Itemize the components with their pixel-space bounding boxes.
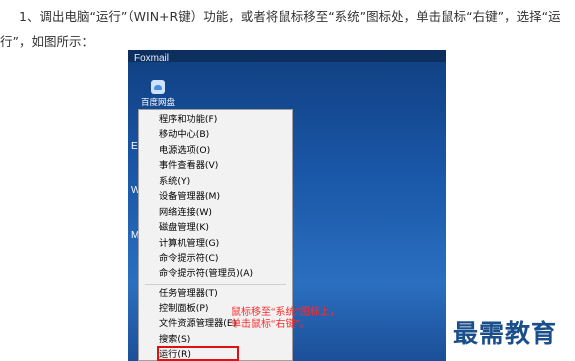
menu-item-task-manager[interactable]: 任务管理器(T): [159, 287, 218, 300]
menu-item-search[interactable]: 搜索(S): [159, 333, 190, 346]
foxmail-title: Foxmail: [134, 53, 170, 64]
red-annotation: 鼠标移至“系统”图标上， 单击鼠标“右键”。: [231, 307, 351, 331]
annotation-line-1: 鼠标移至“系统”图标上，: [231, 307, 340, 318]
menu-item-event-viewer[interactable]: 事件查看器(V): [159, 159, 218, 172]
windows-desktop-screenshot: Foxmail 百度网盘 E W M 程序和功能(F) 移动中心(B) 电源选项…: [128, 50, 446, 361]
menu-item-control-panel[interactable]: 控制面板(P): [159, 302, 208, 315]
menu-item-mobility-center[interactable]: 移动中心(B): [159, 128, 209, 141]
intro-paragraph: 1、调出电脑“运行”（WIN+R键）功能，或者将鼠标移至“系统”图标处，单击鼠标…: [0, 4, 572, 54]
menu-item-power-options[interactable]: 电源选项(O): [159, 144, 210, 157]
watermark-logo: 最需教育: [453, 319, 558, 348]
menu-item-computer-management[interactable]: 计算机管理(G): [159, 237, 219, 250]
menu-item-disk-management[interactable]: 磁盘管理(K): [159, 221, 209, 234]
cloud-icon: [151, 80, 165, 94]
intro-line-1: 1、调出电脑“运行”（WIN+R键）功能，或者将鼠标移至“系统”图标处，单击鼠标…: [19, 9, 561, 24]
desktop-icon-label: 百度网盘: [140, 98, 175, 108]
menu-separator: [145, 284, 286, 285]
menu-item-file-explorer[interactable]: 文件资源管理器(E): [159, 317, 236, 330]
menu-item-command-prompt[interactable]: 命令提示符(C): [159, 252, 219, 265]
menu-item-network-connections[interactable]: 网络连接(W): [159, 206, 212, 219]
menu-item-command-prompt-admin[interactable]: 命令提示符(管理员)(A): [159, 267, 253, 280]
menu-item-device-manager[interactable]: 设备管理器(M): [159, 190, 220, 203]
top-window-band: [128, 50, 446, 62]
desktop-edge-letter: E: [131, 141, 138, 152]
run-highlight-box: [157, 346, 239, 361]
menu-item-system[interactable]: 系统(Y): [159, 175, 190, 188]
annotation-line-2: 单击鼠标“右键”。: [231, 319, 310, 330]
menu-item-programs-features[interactable]: 程序和功能(F): [159, 113, 217, 126]
desktop-icon-baidu-netdisk[interactable]: 百度网盘: [138, 80, 178, 108]
